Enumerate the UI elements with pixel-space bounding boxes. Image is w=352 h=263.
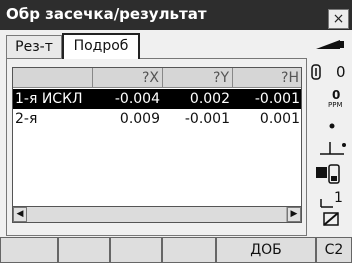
- horizontal-scrollbar[interactable]: ◀ ▶: [12, 207, 302, 223]
- softkey-2[interactable]: [58, 237, 110, 263]
- prism-constant-value: 0: [336, 63, 346, 81]
- target-indicator: 1: [308, 190, 352, 208]
- laser-plummet-icon: [308, 164, 352, 186]
- target-number: 1: [334, 190, 343, 206]
- prism-constant-icon: [311, 64, 321, 80]
- row-dy: 0.002: [189, 91, 230, 107]
- table-row[interactable]: 2-я 0.009 -0.001 0.001: [13, 109, 301, 129]
- target-icon: [320, 199, 333, 208]
- scroll-thumb[interactable]: [27, 207, 287, 222]
- row-dx: 0.009: [119, 111, 160, 127]
- row-dh: -0.001: [254, 91, 300, 107]
- status-sidebar: 0 0 PPM 1: [308, 30, 352, 235]
- table-row[interactable]: 1-я ИСКЛ -0.004 0.002 -0.001: [13, 89, 301, 109]
- row-dh: 0.001: [259, 111, 300, 127]
- screen: Обр засечка/результат × Рез-т Подроб ?X …: [0, 0, 352, 263]
- scroll-right-icon[interactable]: ▶: [287, 207, 301, 222]
- add-button[interactable]: ДОБ: [216, 237, 316, 263]
- tilt-dot-icon: [308, 118, 352, 132]
- row-name: 2-я: [15, 111, 38, 127]
- header-name: [13, 68, 93, 88]
- header-dx: ?X: [93, 68, 163, 88]
- softkey-4[interactable]: [162, 237, 216, 263]
- softkey-3[interactable]: [110, 237, 162, 263]
- close-icon: ×: [332, 11, 345, 27]
- row-name: 1-я ИСКЛ: [15, 91, 83, 107]
- row-dx: -0.004: [114, 91, 160, 107]
- table-header-row: ?X ?Y ?H: [13, 68, 301, 88]
- row-dy: -0.001: [184, 111, 230, 127]
- battery-icon: [308, 36, 352, 52]
- close-button[interactable]: ×: [328, 9, 349, 29]
- ppm-block: 0 PPM: [308, 88, 352, 112]
- header-dy: ?Y: [163, 68, 233, 88]
- window-title: Обр засечка/результат: [6, 5, 207, 23]
- page-c2-button[interactable]: C2: [316, 237, 352, 263]
- ppm-indicator: 0: [308, 62, 352, 84]
- title-bar: Обр засечка/результат ×: [0, 0, 352, 30]
- scroll-left-icon[interactable]: ◀: [13, 207, 27, 222]
- result-table[interactable]: ?X ?Y ?H 1-я ИСКЛ -0.004 0.002 -0.001 2-…: [12, 67, 302, 207]
- tilt-correction-icon: [308, 136, 352, 160]
- tab-details[interactable]: Подроб: [62, 33, 140, 59]
- input-mode-icon: [308, 210, 352, 228]
- tab-result[interactable]: Рез-т: [6, 35, 62, 59]
- softkey-bar: ДОБ C2: [0, 237, 352, 263]
- softkey-1[interactable]: [0, 237, 58, 263]
- ppm-unit: PPM: [328, 101, 343, 109]
- ppm-value: 0: [332, 88, 341, 102]
- header-dh: ?H: [233, 68, 301, 88]
